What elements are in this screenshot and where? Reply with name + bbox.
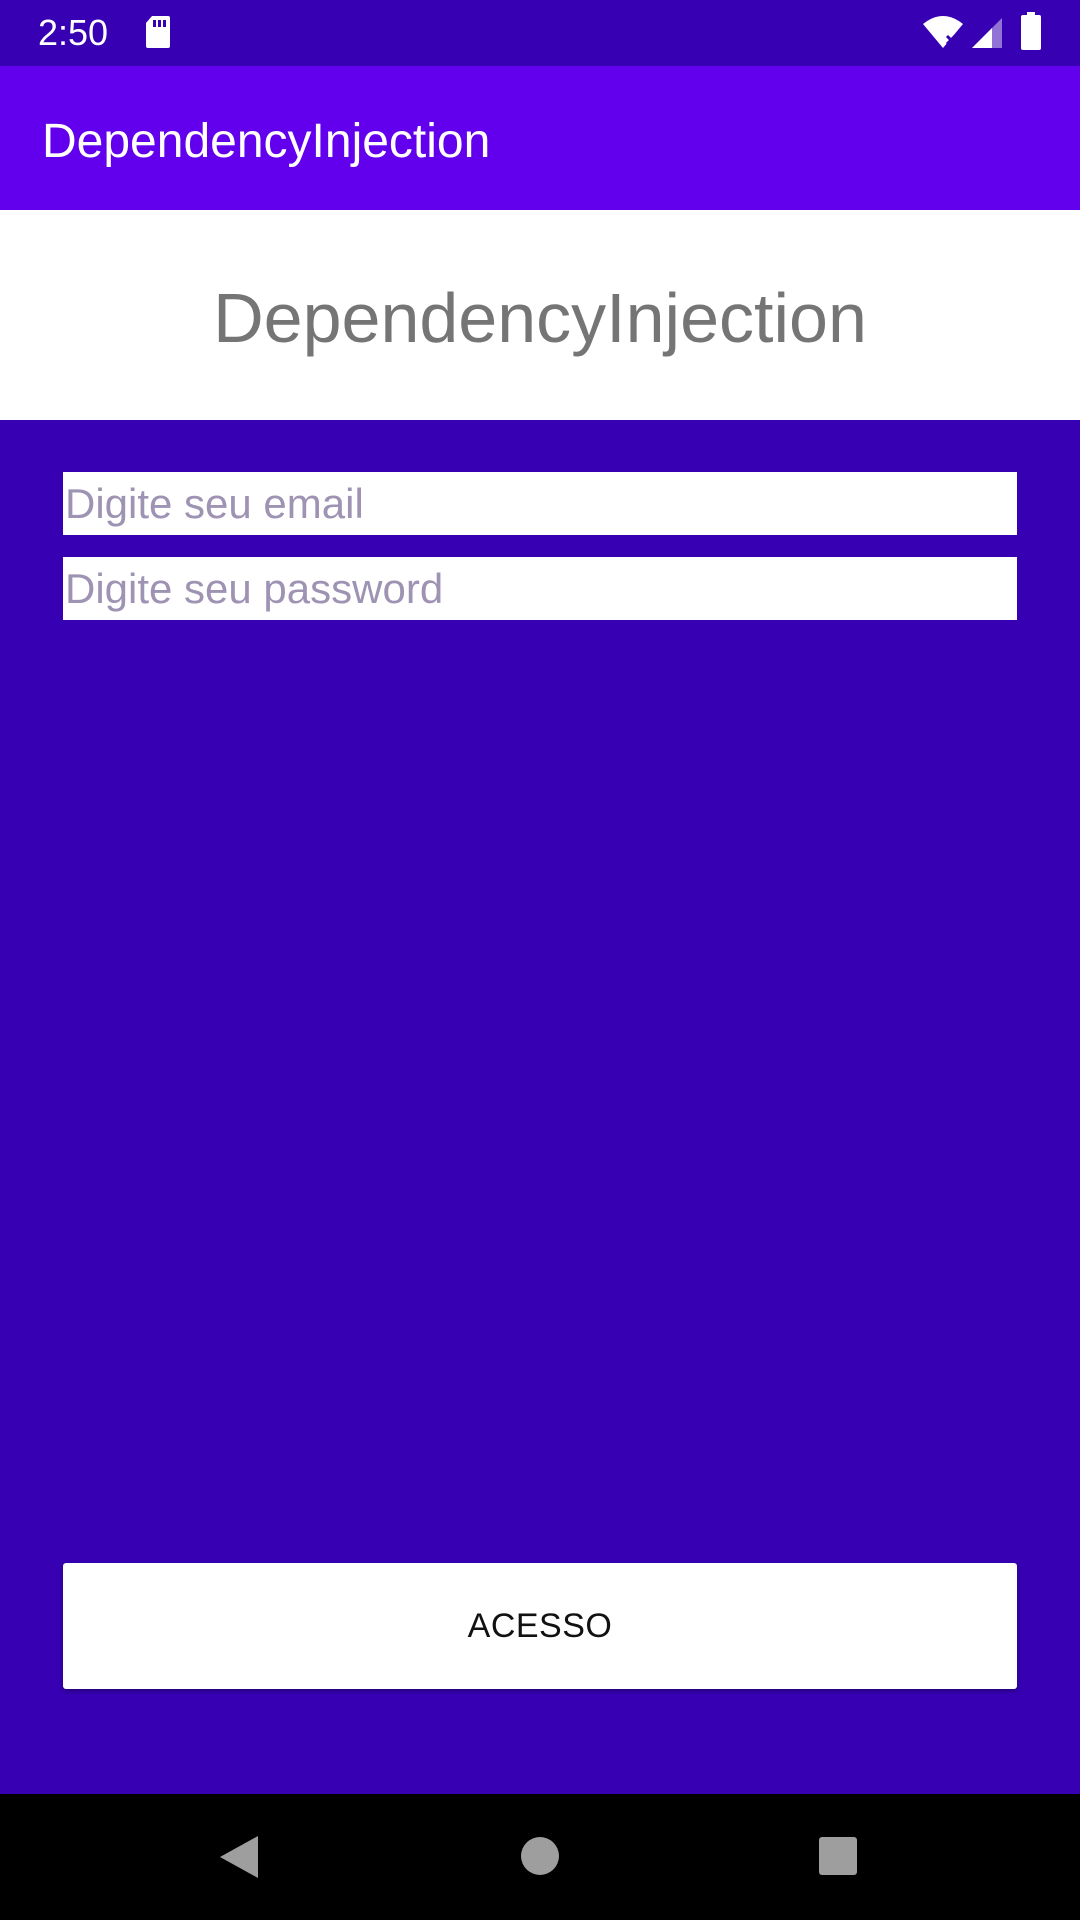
- app-bar: DependencyInjection: [0, 66, 1080, 210]
- sd-card-icon: [146, 16, 170, 48]
- recents-icon[interactable]: [818, 1836, 858, 1876]
- app-bar-title: DependencyInjection: [42, 115, 491, 168]
- access-button[interactable]: ACESSO: [63, 1563, 1017, 1689]
- page-title: DependencyInjection: [213, 279, 867, 357]
- back-icon[interactable]: [218, 1834, 260, 1880]
- password-field[interactable]: [63, 557, 1017, 620]
- status-bar: 2:50: [0, 0, 1080, 66]
- header-panel: DependencyInjection: [0, 210, 1080, 420]
- app-screen: 2:50 DependencyInjection DependencyInjec…: [0, 0, 1080, 1920]
- wifi-icon: [923, 16, 963, 48]
- battery-icon: [1021, 12, 1041, 50]
- navigation-bar: [0, 1794, 1080, 1920]
- status-time: 2:50: [38, 12, 109, 53]
- cell-signal-icon: [972, 18, 1002, 48]
- email-field[interactable]: [63, 472, 1017, 535]
- home-icon[interactable]: [520, 1836, 560, 1876]
